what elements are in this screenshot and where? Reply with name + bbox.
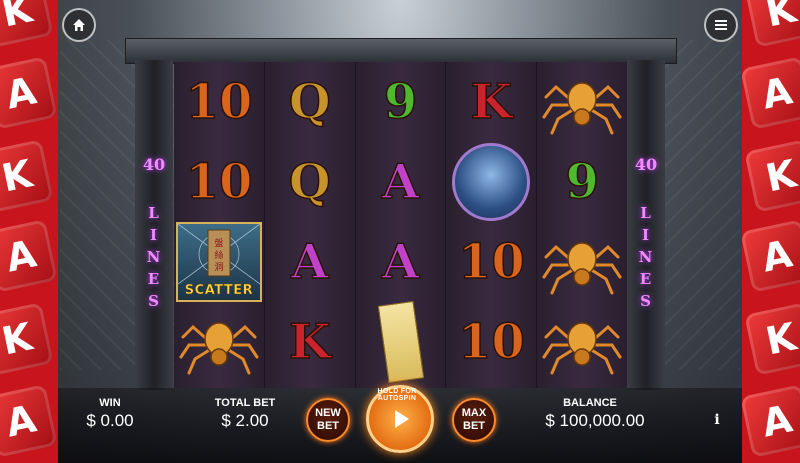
symbol-talisman	[356, 300, 446, 384]
home-button[interactable]	[62, 8, 96, 42]
spider-icon	[542, 242, 622, 295]
win-value: $ 0.00	[86, 411, 134, 430]
reel-1: 10 10 盤 絲 洞 SCATTER	[174, 62, 264, 388]
symbol-queen: Q	[288, 73, 331, 131]
die: K	[0, 139, 54, 213]
die: A	[0, 384, 58, 458]
left-pillar: 40 L I N E S	[135, 60, 173, 390]
symbol-ace: A	[381, 153, 420, 211]
die: K	[744, 139, 800, 213]
right-pillar: 40 L I N E S	[627, 60, 665, 390]
symbol-witch	[446, 142, 536, 222]
spider-icon	[542, 82, 622, 135]
symbol-ten: 10	[457, 233, 525, 291]
reel-3: 9 A A	[355, 62, 446, 388]
die: K	[0, 0, 54, 48]
symbol-king: K	[288, 313, 331, 371]
new-bet-button[interactable]: NEW BET	[306, 398, 350, 442]
info-button[interactable]: i	[708, 412, 726, 430]
svg-text:絲: 絲	[214, 249, 223, 261]
win-label: WIN	[99, 397, 121, 409]
right-dice-strip: K A K A K A	[742, 0, 800, 463]
symbol-spider	[537, 62, 627, 142]
symbol-ten: 10	[457, 313, 525, 371]
die: A	[0, 56, 58, 130]
die: A	[742, 56, 800, 130]
symbol-ace: A	[290, 233, 329, 291]
symbol-spider	[537, 222, 627, 302]
paylines-label: L I N E S	[146, 204, 162, 310]
die: K	[744, 0, 800, 48]
symbol-ten: 10	[185, 153, 253, 211]
spider-icon	[542, 322, 622, 375]
spider-icon	[179, 322, 259, 375]
menu-icon	[715, 20, 727, 30]
symbol-spider	[174, 302, 264, 382]
die: A	[742, 219, 800, 293]
scatter-label: SCATTER	[184, 283, 254, 299]
reel-2: Q Q A K	[264, 62, 355, 388]
die: A	[0, 219, 58, 293]
svg-text:盤: 盤	[214, 237, 223, 249]
reel-4: K 10 10	[446, 62, 537, 388]
die: A	[742, 384, 800, 458]
paylines-count: 40	[142, 155, 166, 174]
max-bet-button[interactable]: MAX BET	[452, 398, 496, 442]
total-bet-value: $ 2.00	[221, 411, 269, 430]
symbol-queen: Q	[288, 153, 331, 211]
symbol-nine: 9	[383, 73, 418, 131]
die: K	[0, 302, 54, 376]
total-bet-label: TOTAL BET	[214, 397, 276, 409]
reel-grid: 10 10 盤 絲 洞 SCATTER Q Q A K 9 A A K 10 1…	[174, 62, 627, 388]
symbol-nine: 9	[565, 153, 600, 211]
balance-value: $ 100,000.00	[545, 411, 645, 430]
symbol-spider	[537, 302, 627, 382]
autospin-caption: HOLD FOR AUTOSPIN	[377, 388, 417, 402]
symbol-scatter: 盤 絲 洞 SCATTER	[174, 222, 264, 302]
svg-text:洞: 洞	[214, 262, 223, 273]
talisman-icon	[377, 300, 424, 384]
menu-button[interactable]	[704, 8, 738, 42]
paylines-count: 40	[634, 155, 658, 174]
reel-frame-top	[125, 38, 677, 64]
symbol-king: K	[470, 73, 513, 131]
paylines-label: L I N E S	[638, 204, 654, 310]
symbol-ten: 10	[185, 73, 253, 131]
left-dice-strip: K A K A K A	[0, 0, 58, 463]
home-icon	[73, 19, 85, 31]
play-icon	[395, 410, 409, 428]
reel-5: 9	[537, 62, 627, 388]
witch-portrait-icon	[452, 143, 531, 221]
symbol-ace: A	[381, 233, 420, 291]
die: K	[744, 302, 800, 376]
balance-label: BALANCE	[563, 397, 617, 409]
